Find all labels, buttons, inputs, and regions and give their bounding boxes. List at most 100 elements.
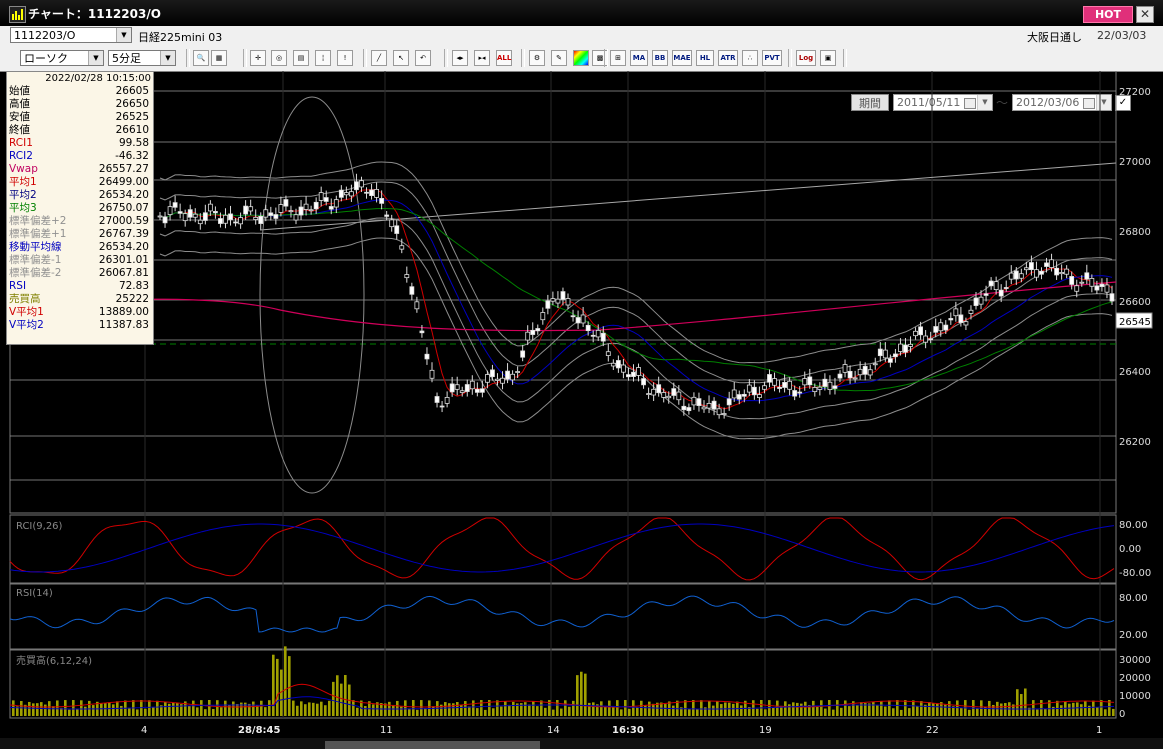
chart-type-select[interactable]: ローソク ▼ bbox=[20, 50, 104, 66]
candle-body bbox=[1069, 276, 1075, 285]
chevron-down-icon[interactable]: ▼ bbox=[116, 28, 131, 42]
info-row-value: 26301.01 bbox=[98, 254, 149, 266]
volume-bar bbox=[1044, 708, 1047, 716]
last-price-label: 26545 bbox=[1119, 317, 1151, 328]
symbol-select[interactable]: 1112203/O ▼ bbox=[10, 27, 132, 43]
chart-area[interactable]: 27200 27000 26800 26600 26400 26200 2654… bbox=[0, 71, 1163, 749]
info-row-value: 26767.39 bbox=[98, 228, 149, 240]
volume-bar bbox=[204, 709, 207, 716]
candle-body bbox=[399, 245, 405, 250]
info-row: 標準偏差+1 26767.39 bbox=[9, 228, 151, 241]
bb-button[interactable]: BB bbox=[652, 50, 668, 66]
candle-body bbox=[177, 211, 183, 214]
volume-bar bbox=[32, 703, 35, 716]
line-draw-icon[interactable]: ╱ bbox=[371, 50, 387, 66]
volume-tick-label: 0 bbox=[1119, 709, 1125, 720]
volume-bar bbox=[264, 707, 267, 716]
hot-button[interactable]: HOT bbox=[1083, 6, 1133, 23]
volume-bar bbox=[552, 709, 555, 716]
time-scrollbar-thumb[interactable] bbox=[325, 741, 540, 749]
wrench-icon[interactable]: ✎ bbox=[551, 50, 567, 66]
x-tick-label: 11 bbox=[380, 725, 393, 736]
candle-body bbox=[948, 318, 954, 321]
info-row-value: 72.83 bbox=[118, 280, 149, 292]
candle-body bbox=[953, 308, 959, 317]
volume-bar bbox=[540, 700, 543, 716]
settings-icon[interactable]: ⚙ bbox=[529, 50, 545, 66]
all-button[interactable]: ALL bbox=[496, 50, 512, 66]
chevron-down-icon[interactable]: ▼ bbox=[88, 51, 103, 65]
x-tick-label: 22 bbox=[926, 725, 939, 736]
volume-bar bbox=[944, 704, 947, 716]
volume-bar bbox=[828, 700, 831, 716]
chart-icon[interactable]: ▤ bbox=[293, 50, 309, 66]
candle-body bbox=[570, 315, 576, 318]
volume-bar bbox=[892, 708, 895, 716]
info-row-label: 高値 bbox=[9, 98, 30, 110]
candle-body bbox=[1064, 268, 1070, 275]
close-button[interactable]: ✕ bbox=[1136, 6, 1154, 23]
expand-icon[interactable]: ◂▸ bbox=[452, 50, 468, 66]
candle-body bbox=[681, 405, 687, 411]
volume-bar bbox=[832, 709, 835, 716]
rsi-panel bbox=[9, 595, 1115, 633]
volume-bar bbox=[576, 675, 579, 716]
alert-icon[interactable]: ! bbox=[337, 50, 353, 66]
shrink-icon[interactable]: ▸◂ bbox=[474, 50, 490, 66]
magnifier-icon[interactable]: ◎ bbox=[271, 50, 287, 66]
volume-bar bbox=[956, 700, 959, 716]
volume-bar bbox=[328, 700, 331, 716]
chevron-down-icon[interactable]: ▼ bbox=[160, 51, 175, 65]
volume-bar bbox=[112, 704, 115, 716]
candle-body bbox=[202, 212, 208, 221]
volume-bar bbox=[688, 709, 691, 716]
time-axis: 4 28/8:45 11 14 16:30 19 22 1 bbox=[0, 725, 1163, 749]
ma-button[interactable]: MA bbox=[630, 50, 648, 66]
save-icon[interactable]: ▣ bbox=[820, 50, 836, 66]
candle-body bbox=[510, 373, 515, 381]
volume-bar bbox=[248, 703, 251, 716]
candle-body bbox=[565, 298, 571, 306]
mae-button[interactable]: MAE bbox=[672, 50, 692, 66]
candle-body bbox=[459, 390, 465, 393]
volume-bar bbox=[148, 700, 151, 716]
psar-icon[interactable]: ∴ bbox=[742, 50, 758, 66]
crosshair-icon[interactable]: ✛ bbox=[250, 50, 266, 66]
volume-bar bbox=[340, 683, 343, 716]
volume-panel-label: 売買高(6,12,24) bbox=[16, 654, 92, 667]
volume-bar bbox=[1032, 700, 1035, 716]
indicator-icon[interactable]: ⊞ bbox=[610, 50, 626, 66]
y-tick-label: 26600 bbox=[1119, 297, 1151, 308]
candle-icon[interactable]: ¦ bbox=[315, 50, 331, 66]
info-datetime: 2022/02/28 10:15:00 bbox=[45, 73, 151, 84]
interval-select[interactable]: 5分足 ▼ bbox=[108, 50, 176, 66]
volume-bar bbox=[1068, 703, 1071, 716]
pvt-button[interactable]: PVT bbox=[762, 50, 782, 66]
volume-bar bbox=[276, 658, 279, 716]
candle-body bbox=[167, 206, 173, 215]
cursor-icon[interactable]: ↖ bbox=[393, 50, 409, 66]
volume-bar bbox=[76, 708, 79, 716]
candle-body bbox=[726, 398, 732, 406]
volume-bar bbox=[292, 700, 295, 716]
info-row-value: 13889.00 bbox=[98, 306, 149, 318]
volume-bar bbox=[812, 700, 815, 716]
log-button[interactable]: Log bbox=[796, 50, 816, 66]
color-icon[interactable] bbox=[573, 50, 589, 66]
info-row-label: 標準偏差+1 bbox=[9, 228, 67, 240]
volume-bar bbox=[708, 700, 711, 716]
candle-body bbox=[560, 291, 566, 300]
candle-body bbox=[887, 358, 893, 363]
atr-button[interactable]: ATR bbox=[718, 50, 738, 66]
hl-button[interactable]: HL bbox=[696, 50, 714, 66]
volume-bar bbox=[44, 704, 47, 716]
grid-icon[interactable]: ▦ bbox=[211, 50, 227, 66]
candle-body bbox=[923, 335, 929, 343]
candle-body bbox=[263, 209, 269, 218]
zoom-icon[interactable]: 🔍 bbox=[193, 50, 209, 66]
undo-icon[interactable]: ↶ bbox=[415, 50, 431, 66]
candle-body bbox=[626, 374, 631, 378]
info-row-value: 25222 bbox=[115, 293, 149, 305]
volume-bar bbox=[836, 700, 839, 716]
info-row-label: RCI1 bbox=[9, 137, 33, 149]
